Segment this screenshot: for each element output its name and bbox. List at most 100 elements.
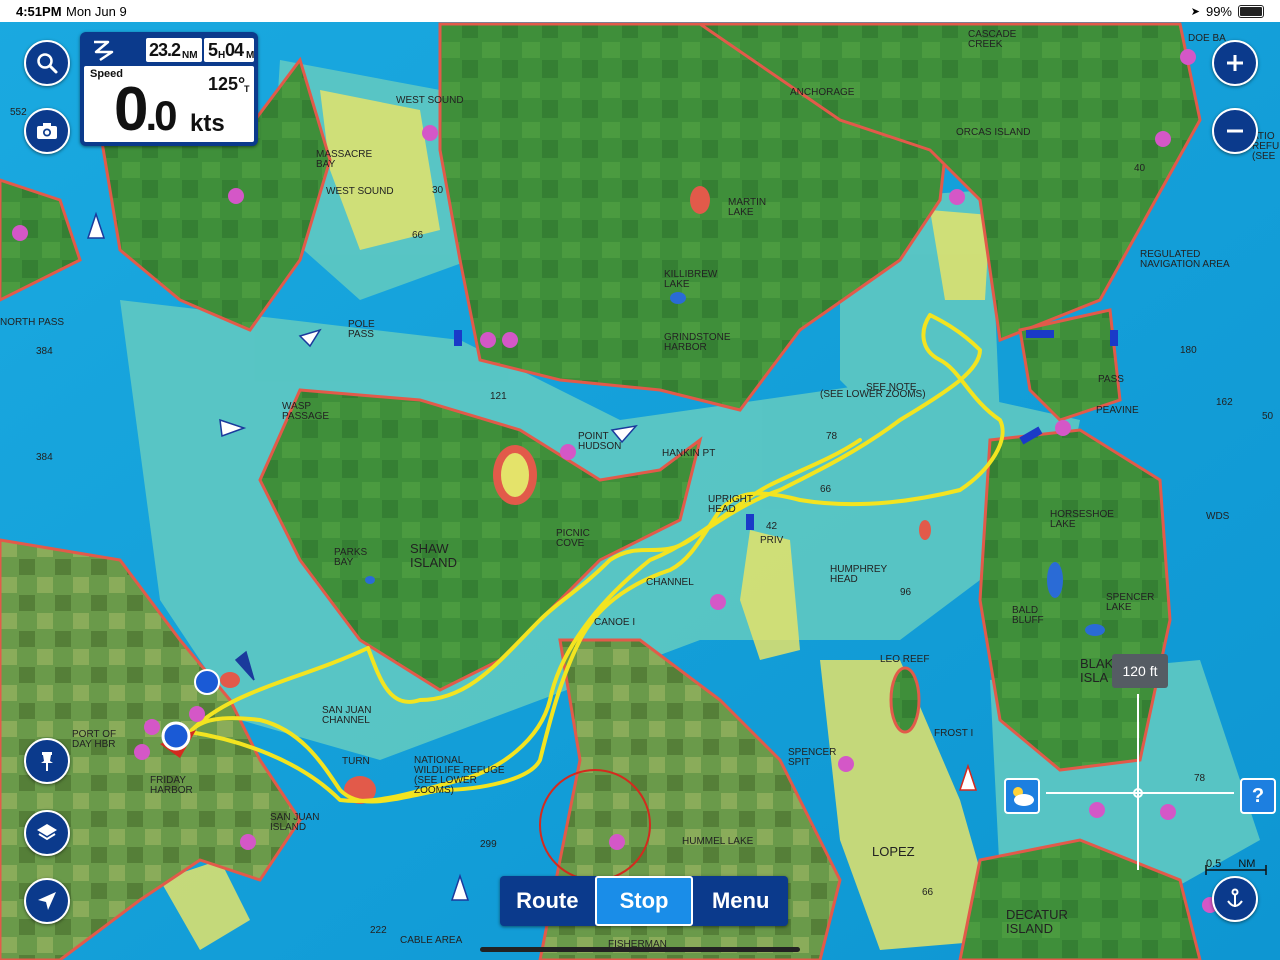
label-port-of-friday: PORT OF DAY HBR — [72, 729, 117, 750]
distance-unit: NM — [182, 50, 198, 61]
label-grindstone-harbor: GRINDSTONE HARBOR — [664, 332, 731, 353]
speed-whole: 0 — [114, 75, 149, 144]
status-battery-group: ➤ 99% — [1191, 4, 1264, 19]
speed-value: 0.0 — [114, 79, 178, 146]
label-picnic-cove: PICNIC COVE — [556, 528, 590, 549]
weather-button[interactable] — [1004, 778, 1040, 814]
label-pass: PASS — [1098, 374, 1124, 385]
label-wds: WDS — [1206, 511, 1230, 522]
label-channel: CHANNEL — [646, 577, 694, 588]
distance-value: 23.2 — [149, 40, 181, 60]
stop-button[interactable]: Stop — [594, 876, 694, 926]
label-regulated-area: REGULATED NAVIGATION AREA — [1140, 249, 1230, 270]
label-orcas-island: ORCAS ISLAND — [956, 127, 1031, 138]
label-frost-i: FROST I — [934, 728, 974, 739]
locate-button[interactable] — [24, 878, 70, 924]
label-shaw-island: SHAW ISLAND — [410, 541, 457, 570]
label-massacre-bay: MASSACRE BAY — [316, 149, 373, 170]
anchor-person-button[interactable] — [1212, 876, 1258, 922]
bottom-toolbar: Route Stop Menu — [500, 876, 788, 926]
location-arrow-icon — [38, 892, 56, 910]
depth-sounding: 384 — [36, 452, 53, 463]
location-services-icon: ➤ — [1190, 6, 1200, 18]
home-indicator[interactable] — [480, 947, 800, 952]
eta-minutes: 04 — [225, 40, 244, 60]
depth-sounding: 66 — [922, 887, 934, 898]
eta-m-unit: M — [246, 50, 255, 61]
label-san-juan-channel: SAN JUAN CHANNEL — [322, 705, 372, 726]
battery-percent: 99% — [1205, 4, 1232, 19]
status-date: Mon Jun 9 — [66, 4, 127, 19]
depth-sounding: 42 — [766, 521, 778, 532]
camera-button[interactable] — [24, 108, 70, 154]
label-wasp-passage: WASP PASSAGE — [282, 401, 330, 422]
label-peavine: PEAVINE — [1096, 405, 1139, 416]
label-spencer-lake: SPENCER LAKE — [1106, 592, 1155, 613]
label-hankin-pt: HANKIN PT — [662, 448, 716, 459]
depth-sounding: 78 — [1194, 773, 1206, 784]
route-button[interactable]: Route — [500, 876, 595, 926]
scale-unit: NM — [1238, 858, 1256, 870]
eta-hours: 5 — [208, 40, 218, 60]
scale-bar: 0.5 NM — [1206, 858, 1255, 870]
speed-panel[interactable]: 23.2 NM 5 H 04 M Speed 0.0 kts 125° T — [80, 32, 258, 146]
label-leo-reef: LEO REEF — [880, 654, 930, 665]
zoom-in-button[interactable] — [1212, 40, 1258, 86]
crosshair-depth-badge: 120 ft — [1112, 654, 1168, 688]
label-lopez: LOPEZ — [872, 844, 915, 859]
depth-sounding: 50 — [1262, 411, 1274, 422]
scale-distance: 0.5 — [1206, 858, 1222, 870]
label-san-juan-island: SAN JUAN ISLAND — [270, 812, 320, 833]
label-north-pass: NORTH PASS — [0, 317, 65, 328]
label-national-wildlife: NATIONAL WILDLIFE REFUGE (SEE LOWER ZOOMS) — [414, 755, 505, 796]
waypoint-button[interactable] — [24, 738, 70, 784]
label-west-sound: WEST SOUND — [396, 95, 464, 106]
speed-decimal: .0 — [145, 92, 177, 139]
label-see-lower-zooms: (SEE LOWER ZOOMS) — [820, 389, 926, 400]
pin-icon — [41, 752, 53, 771]
depth-sounding: 552 — [10, 107, 27, 118]
layers-button[interactable] — [24, 810, 70, 856]
label-point-hudson: POINT HUDSON — [578, 431, 622, 452]
label-anchorage: ANCHORAGE — [790, 87, 855, 98]
depth-sounding: 40 — [1134, 163, 1146, 174]
label-pole-pass: POLE PASS — [348, 319, 375, 340]
minus-icon — [1227, 129, 1243, 133]
label-humphrey-head: HUMPHREY HEAD — [830, 564, 888, 585]
anchor-person-icon — [1227, 888, 1243, 907]
zoom-out-button[interactable] — [1212, 108, 1258, 154]
depth-sounding: 162 — [1216, 397, 1233, 408]
label-spencer-spit: SPENCER SPIT — [788, 747, 837, 768]
heading-value: 125° — [208, 74, 246, 94]
label-cable-area: CABLE AREA — [400, 935, 463, 946]
layers-icon — [37, 824, 57, 841]
label-horseshoe-lake: HORSESHOE LAKE — [1050, 509, 1114, 530]
depth-sounding: 384 — [36, 346, 53, 357]
label-friday-harbor: FRIDAY HARBOR — [150, 775, 193, 796]
help-button[interactable]: ? — [1240, 778, 1276, 814]
label-bald-bluff: BALD BLUFF — [1012, 605, 1044, 626]
heading-ref: T — [244, 84, 250, 94]
depth-sounding: 96 — [900, 587, 912, 598]
label-killibrew-lake: KILLIBREW LAKE — [664, 269, 718, 290]
label-turn: TURN — [342, 756, 370, 767]
time-remaining: 5 H 04 M — [204, 38, 254, 62]
search-icon — [37, 53, 58, 74]
depth-sounding: 78 — [826, 431, 838, 442]
depth-sounding: 222 — [370, 925, 387, 936]
depth-sounding: 299 — [480, 839, 497, 850]
speed-unit: kts — [190, 110, 225, 137]
label-blakely: BLAK ISLA — [1080, 656, 1114, 685]
depth-sounding: 30 — [432, 185, 444, 196]
label-west-sound-2: WEST SOUND — [326, 186, 394, 197]
battery-icon — [1238, 5, 1264, 18]
depth-sounding: 180 — [1180, 345, 1197, 356]
depth-sounding: 66 — [412, 230, 424, 241]
status-bar: 4:51PM Mon Jun 9 ➤ 99% — [0, 0, 1280, 22]
search-button[interactable] — [24, 40, 70, 86]
menu-button[interactable]: Menu — [693, 876, 788, 926]
camera-icon — [37, 123, 57, 139]
label-upright-head: UPRIGHT HEAD — [708, 494, 753, 515]
label-parks-bay: PARKS BAY — [334, 547, 368, 568]
weather-icon — [1013, 787, 1034, 806]
